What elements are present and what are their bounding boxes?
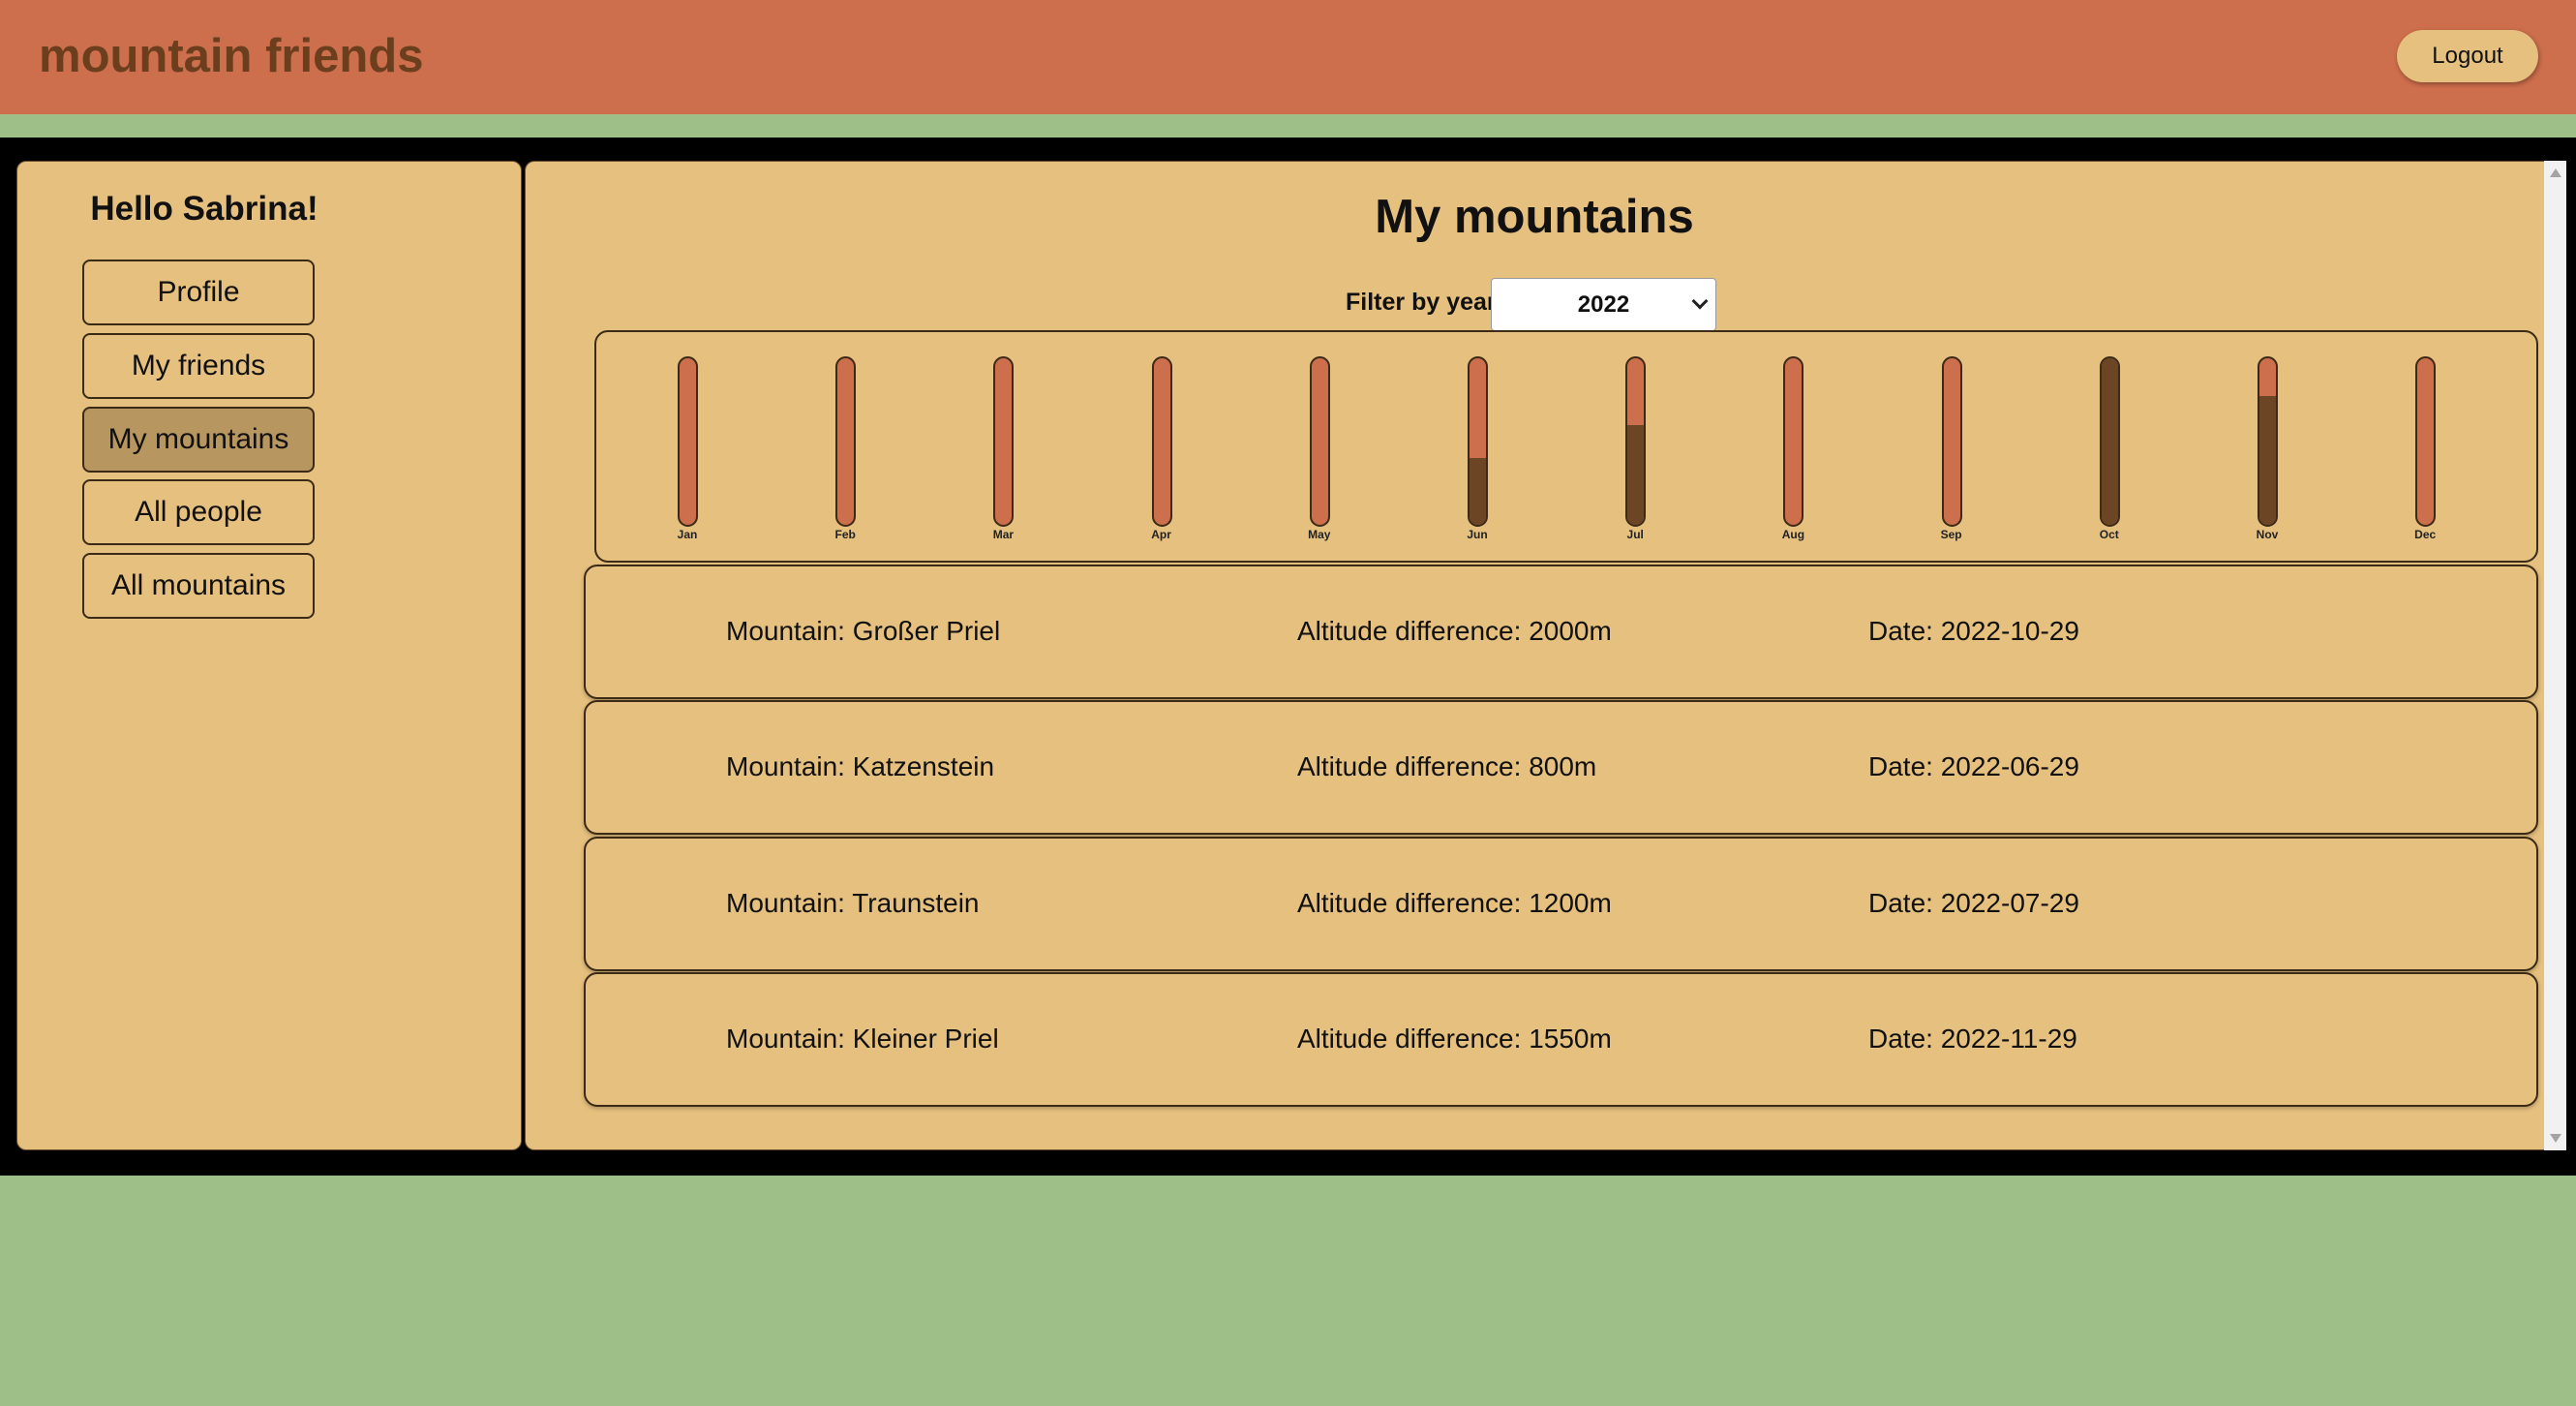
entry-mountain: Mountain: Kleiner Priel bbox=[726, 1024, 999, 1054]
chart-month-label: Mar bbox=[992, 528, 1015, 541]
chevron-down-icon bbox=[1691, 292, 1709, 310]
entry-mountain: Mountain: Großer Priel bbox=[726, 616, 1001, 646]
chart-bar-fill-jun bbox=[1470, 458, 1486, 525]
top-header: mountain friends Logout bbox=[0, 0, 2576, 114]
chart-month-label: Jan bbox=[677, 528, 698, 541]
chart-bar-jan bbox=[678, 356, 698, 527]
chart-bar-fill-oct bbox=[2101, 358, 2118, 525]
monthly-altitude-chart: Jan Feb Mar Apr May Jun Jul Aug Sep Oct Nov Dec bbox=[594, 330, 2538, 563]
chart-bar-jul bbox=[1625, 356, 1647, 527]
chart-bar-feb bbox=[835, 356, 857, 527]
mountain-entry[interactable]: Mountain: Traunstein Altitude difference… bbox=[584, 837, 2538, 971]
chart-bar-nov bbox=[2258, 356, 2278, 527]
chart-month-label: Nov bbox=[2256, 528, 2279, 541]
entry-mountain: Mountain: Katzenstein bbox=[726, 751, 995, 781]
chart-bar-aug bbox=[1783, 356, 1804, 527]
filter-label: Filter by year bbox=[1346, 289, 1497, 316]
year-select-value: 2022 bbox=[1577, 290, 1630, 318]
entry-altitude: Altitude difference: 800m bbox=[1297, 751, 1597, 781]
chart-month-label: Jun bbox=[1467, 528, 1488, 541]
chart-bar-fill-nov bbox=[2259, 396, 2276, 525]
chart-bar-may bbox=[1309, 356, 1330, 527]
chart-month-label: Oct bbox=[2099, 528, 2119, 541]
entry-date: Date: 2022-06-29 bbox=[1868, 751, 2079, 781]
chart-bar-jun bbox=[1468, 356, 1488, 527]
app-title: mountain friends bbox=[39, 30, 424, 82]
chart-bar-fill-jul bbox=[1627, 425, 1645, 525]
chart-bar-sep bbox=[1941, 356, 1962, 527]
chart-month-label: Aug bbox=[1781, 528, 1805, 541]
logout-button[interactable]: Logout bbox=[2397, 30, 2538, 82]
chart-bar-dec bbox=[2415, 356, 2437, 527]
entry-date: Date: 2022-10-29 bbox=[1868, 616, 2079, 646]
chart-month-label: Dec bbox=[2414, 528, 2437, 541]
mountain-entry[interactable]: Mountain: Großer Priel Altitude differen… bbox=[584, 565, 2538, 699]
chart-month-label: Jul bbox=[1626, 528, 1644, 541]
chart-bar-oct bbox=[2099, 356, 2120, 527]
chart-bar-mar bbox=[993, 356, 1015, 527]
chart-month-label: May bbox=[1308, 528, 1331, 541]
greeting: Hello Sabrina! bbox=[90, 190, 318, 228]
sidebar-item-all-mountains[interactable]: All mountains bbox=[82, 553, 315, 619]
entry-altitude: Altitude difference: 1200m bbox=[1297, 888, 1612, 918]
scroll-up-arrow-icon[interactable] bbox=[2550, 168, 2561, 177]
chart-month-label: Sep bbox=[1940, 528, 1962, 541]
mountain-entry[interactable]: Mountain: Katzenstein Altitude differenc… bbox=[584, 700, 2538, 835]
chart-month-label: Feb bbox=[834, 528, 856, 541]
sidebar-item-profile[interactable]: Profile bbox=[82, 260, 315, 325]
year-select[interactable]: 2022 bbox=[1491, 278, 1716, 331]
chart-month-label: Apr bbox=[1151, 528, 1171, 541]
mountain-entry[interactable]: Mountain: Kleiner Priel Altitude differe… bbox=[584, 972, 2538, 1107]
entry-altitude: Altitude difference: 1550m bbox=[1297, 1024, 1612, 1054]
chart-bar-apr bbox=[1151, 356, 1172, 527]
scroll-down-arrow-icon[interactable] bbox=[2550, 1134, 2561, 1143]
sidebar-item-all-people[interactable]: All people bbox=[82, 479, 315, 545]
entry-date: Date: 2022-11-29 bbox=[1868, 1024, 2077, 1054]
entry-mountain: Mountain: Traunstein bbox=[726, 888, 980, 918]
page-title: My mountains bbox=[1375, 191, 1694, 243]
vertical-scrollbar[interactable] bbox=[2544, 161, 2566, 1150]
sidebar-item-my-mountains[interactable]: My mountains bbox=[82, 407, 315, 473]
entry-altitude: Altitude difference: 2000m bbox=[1297, 616, 1612, 646]
entry-date: Date: 2022-07-29 bbox=[1868, 888, 2079, 918]
sidebar-item-my-friends[interactable]: My friends bbox=[82, 333, 315, 399]
